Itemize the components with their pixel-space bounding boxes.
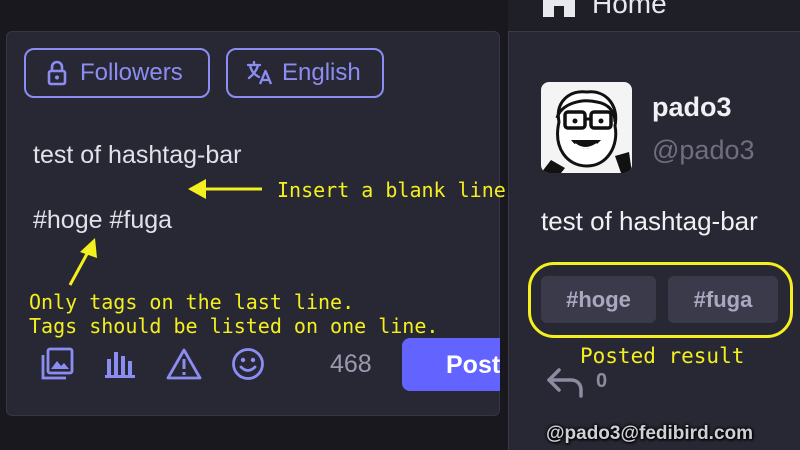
column-title: Home bbox=[592, 0, 667, 19]
annotation-one-line: Tags should be listed on one line. bbox=[29, 314, 439, 338]
annotation-posted-result: Posted result bbox=[580, 344, 745, 368]
watermark: @pado3@fedibird.com bbox=[546, 423, 754, 444]
annotation-only-tags: Only tags on the last line. bbox=[29, 290, 355, 314]
home-icon bbox=[543, 0, 575, 17]
arrow-insert-head bbox=[188, 179, 206, 199]
arrow-tags-head bbox=[80, 238, 97, 258]
avatar[interactable] bbox=[541, 82, 632, 173]
annotation-insert-blank: Insert a blank line bbox=[277, 178, 506, 202]
image-icon[interactable] bbox=[40, 347, 74, 381]
username[interactable]: @pado3 bbox=[652, 135, 755, 166]
arrow-tags-line bbox=[68, 251, 90, 286]
character-counter: 468 bbox=[330, 350, 372, 378]
post-button[interactable]: Post bbox=[402, 338, 500, 391]
poll-icon[interactable] bbox=[104, 347, 136, 379]
avatar-drawing bbox=[541, 90, 632, 173]
reply-icon[interactable] bbox=[545, 366, 585, 398]
warning-icon[interactable] bbox=[166, 347, 202, 381]
status-content: test of hashtag-bar bbox=[541, 206, 758, 236]
reply-count: 0 bbox=[596, 370, 608, 392]
highlight-oval bbox=[528, 262, 793, 338]
emoji-icon[interactable] bbox=[231, 347, 265, 381]
display-name[interactable]: pado3 bbox=[652, 92, 732, 123]
